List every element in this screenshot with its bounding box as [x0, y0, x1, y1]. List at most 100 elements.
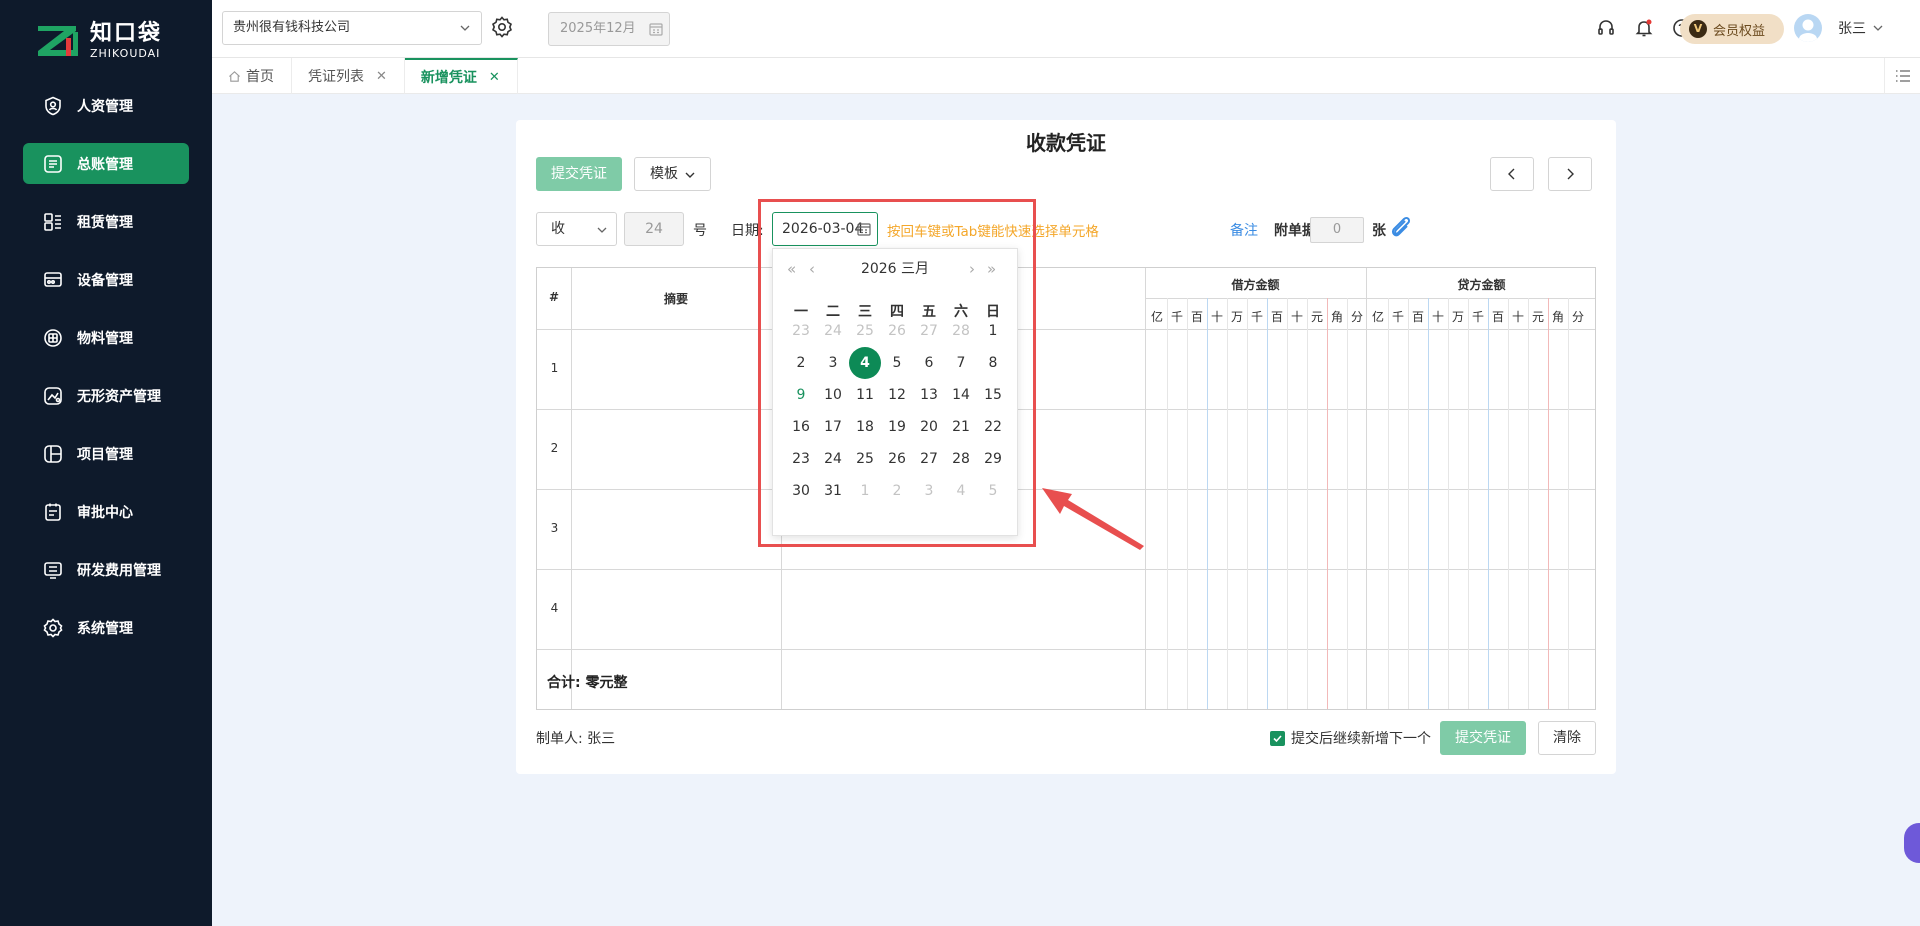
approval-icon [42, 501, 64, 523]
grid-line [1508, 298, 1509, 709]
close-icon[interactable]: ✕ [489, 70, 500, 85]
grid-line [1287, 298, 1288, 709]
bell-icon[interactable] [1634, 18, 1654, 38]
vip-label: 会员权益 [1713, 23, 1766, 39]
grid-line [1207, 298, 1208, 709]
voucher-number-suffix: 号 [693, 223, 707, 239]
close-icon[interactable]: ✕ [376, 69, 387, 84]
chevron-down-icon [685, 172, 695, 178]
voucher-type-select[interactable]: 收 [536, 212, 617, 246]
period-picker[interactable]: 2025年12月 [548, 12, 670, 46]
sidebar-item-label: 物料管理 [77, 330, 133, 347]
sidebar-item-label: 租赁管理 [77, 214, 133, 231]
digit-column-header: 亿 [1150, 310, 1163, 324]
tab-home[interactable]: 首页 [212, 58, 292, 94]
digit-column-header: 万 [1451, 310, 1464, 324]
annotation-highlight-box [758, 199, 1036, 547]
digit-column-header: 万 [1230, 310, 1243, 324]
remark-link[interactable]: 备注 [1230, 220, 1258, 240]
sidebar-item-label: 无形资产管理 [77, 388, 161, 405]
maker-value: 张三 [587, 731, 616, 747]
company-name: 贵州很有钱科技公司 [233, 20, 351, 35]
project-icon [42, 443, 64, 465]
voucher-number-input[interactable]: 24 [624, 212, 684, 246]
column-header-index: # [548, 290, 560, 304]
grid-line [1568, 298, 1569, 709]
previous-voucher-button[interactable] [1490, 157, 1534, 191]
chat-widget-icon[interactable] [1904, 823, 1920, 863]
sidebar-item-label: 研发费用管理 [77, 562, 161, 579]
sidebar-item-label: 审批中心 [77, 504, 133, 521]
list-icon [1895, 70, 1910, 82]
attachment-count-input[interactable]: 0 [1310, 217, 1364, 243]
chevron-right-icon [1567, 168, 1574, 180]
digit-column-header: 元 [1310, 310, 1323, 324]
tab-label: 新增凭证 [420, 70, 477, 86]
digit-column-header: 百 [1411, 310, 1424, 324]
digit-column-header: 分 [1350, 310, 1363, 324]
sidebar-item-intangible[interactable]: 无形资产管理 [23, 375, 189, 416]
sidebar-item-device[interactable]: 设备管理 [23, 259, 189, 300]
total-value: 零元整 [585, 675, 628, 691]
sidebar-nav: 人资管理 总账管理 租赁管理 设备管理 物料管理 无形资产管理 项目管理 审批中… [23, 85, 189, 665]
voucher-meta-row: 收 24 号 日期: 2026-03-04 按回车键或Tab键能快速选择单元格 … [536, 212, 1598, 246]
sidebar-item-system[interactable]: 系统管理 [23, 607, 189, 648]
row-number: 4 [550, 601, 559, 615]
total-label: 合计: [547, 675, 581, 691]
submit-voucher-button-bottom[interactable]: 提交凭证 [1440, 721, 1526, 755]
chevron-down-icon [1873, 25, 1883, 31]
sidebar-item-rd-expense[interactable]: 研发费用管理 [23, 549, 189, 590]
grid-line [1408, 298, 1409, 709]
vip-button[interactable]: V 会员权益 [1680, 14, 1784, 44]
submit-voucher-button[interactable]: 提交凭证 [536, 157, 622, 191]
home-icon [229, 70, 240, 82]
user-menu[interactable]: 张三 [1794, 14, 1884, 42]
grid-line [1488, 298, 1489, 709]
grid-line [1528, 298, 1529, 709]
tab-label: 凭证列表 [308, 69, 364, 85]
grid-line [1468, 298, 1469, 709]
company-select[interactable]: 贵州很有钱科技公司 [222, 11, 482, 45]
checkbox-checked-icon[interactable] [1270, 730, 1285, 746]
sidebar-item-lease[interactable]: 租赁管理 [23, 201, 189, 242]
annotation-arrow-icon [1042, 488, 1144, 550]
sidebar-item-material[interactable]: 物料管理 [23, 317, 189, 358]
voucher-card: 收款凭证 提交凭证 模板 收 24 号 日期: 2026-03-04 按回车键或… [516, 120, 1616, 774]
chevron-down-icon [597, 227, 607, 233]
vip-badge-icon: V [1689, 20, 1707, 38]
brand-name: 知口袋 [90, 21, 163, 46]
digit-column-header: 十 [1511, 310, 1524, 324]
gear-icon[interactable] [491, 16, 513, 38]
row-number: 3 [550, 521, 559, 535]
sidebar-item-label: 人资管理 [77, 98, 133, 115]
avatar [1794, 14, 1822, 42]
tabs-menu-button[interactable] [1884, 58, 1920, 94]
tab-voucher-list[interactable]: 凭证列表 ✕ [292, 58, 405, 94]
headset-icon[interactable] [1596, 18, 1616, 38]
grid-line [1388, 298, 1389, 709]
next-voucher-button[interactable] [1548, 157, 1592, 191]
digit-column-header: 十 [1210, 310, 1223, 324]
sidebar-item-label: 总账管理 [77, 156, 133, 173]
maker-info: 制单人: 张三 [536, 728, 615, 748]
header-icons [1596, 18, 1692, 38]
logo[interactable]: 知口袋 ZHIKOUDAI [36, 20, 162, 62]
tab-new-voucher[interactable]: 新增凭证 ✕ [404, 58, 518, 94]
template-dropdown[interactable]: 模板 [634, 157, 711, 191]
sidebar-item-hr[interactable]: 人资管理 [23, 85, 189, 126]
rd-expense-icon [42, 559, 64, 581]
clear-button[interactable]: 清除 [1538, 721, 1596, 755]
logo-mark-icon [38, 26, 78, 56]
row-number: 2 [550, 441, 559, 455]
sidebar-item-project[interactable]: 项目管理 [23, 433, 189, 474]
digit-column-header: 元 [1531, 310, 1544, 324]
sidebar-item-ledger[interactable]: 总账管理 [23, 143, 189, 184]
grid-line [1187, 298, 1188, 709]
digit-column-header: 千 [1391, 310, 1404, 324]
sidebar-item-approval[interactable]: 审批中心 [23, 491, 189, 532]
chevron-left-icon [1508, 168, 1515, 180]
chevron-down-icon [460, 25, 470, 31]
continue-checkbox[interactable]: 提交后继续新增下一个 [1270, 728, 1431, 748]
paperclip-icon[interactable] [1388, 212, 1414, 244]
sidebar-item-label: 系统管理 [77, 620, 133, 637]
